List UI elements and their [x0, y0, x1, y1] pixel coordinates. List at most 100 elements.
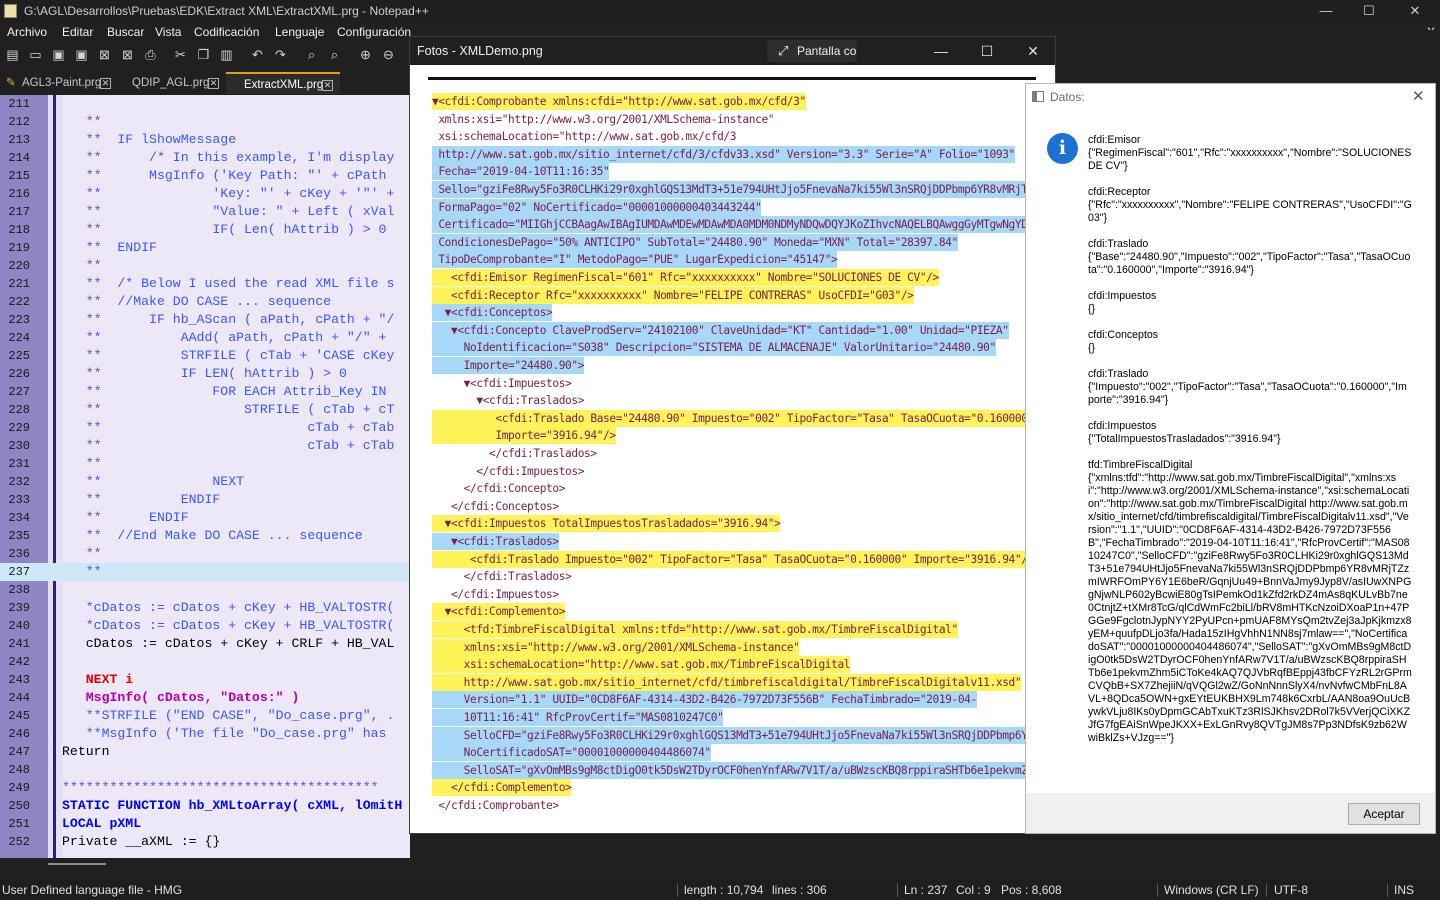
code-line[interactable]: 216 ** 'Key: "' + cKey + '"' +: [0, 185, 410, 203]
code-line[interactable]: 239 *cDatos := cDatos + cKey + HB_VALTOS…: [0, 599, 410, 617]
menu-archivo[interactable]: Archivo: [7, 22, 47, 42]
code-editor[interactable]: 211 212 ** 213 ** IF lShowMessage 214 ** /*…: [0, 95, 410, 858]
code-line[interactable]: 231 **: [0, 455, 410, 473]
code-text: LOCAL pXML: [62, 816, 142, 831]
code-line[interactable]: 222 ** //Make DO CASE ... sequence: [0, 293, 410, 311]
menu-editar[interactable]: Editar: [62, 22, 93, 42]
code-line[interactable]: 238: [0, 581, 410, 599]
photos-close-button[interactable]: ✕: [1010, 37, 1056, 65]
code-line[interactable]: 225 ** STRFILE ( cTab + 'CASE cKey: [0, 347, 410, 365]
code-line[interactable]: 232 ** NEXT: [0, 473, 410, 491]
code-line[interactable]: 226 ** IF LEN( hAttrib ) > 0: [0, 365, 410, 383]
undo-icon[interactable]: ↶: [250, 47, 265, 62]
line-number: 225: [8, 349, 30, 363]
minimize-button[interactable]: —: [1303, 0, 1349, 22]
aceptar-button[interactable]: Aceptar: [1348, 803, 1420, 825]
code-line[interactable]: 228 ** STRFILE ( cTab + cT: [0, 401, 410, 419]
code-line[interactable]: 230 ** cTab + cTab: [0, 437, 410, 455]
open-file-icon[interactable]: ▭: [28, 47, 43, 62]
close-all-icon[interactable]: ⊠: [120, 47, 135, 62]
tab-label: QDIP_AGL.prg: [132, 77, 210, 89]
menu-lenguaje[interactable]: Lenguaje: [275, 22, 324, 42]
code-line[interactable]: 248: [0, 761, 410, 779]
code-text: ** NEXT: [62, 474, 245, 489]
replace-icon[interactable]: ⌕: [327, 47, 342, 62]
photos-maximize-button[interactable]: ☐: [964, 37, 1010, 65]
code-line[interactable]: 218 ** IF( Len( hAttrib ) > 0: [0, 221, 410, 239]
close-file-icon[interactable]: ⊠: [97, 47, 112, 62]
code-line[interactable]: 214 ** /* In this example, I'm display: [0, 149, 410, 167]
photos-minimize-button[interactable]: —: [918, 37, 964, 65]
code-line[interactable]: 217 ** "Value: " + Left ( xVal: [0, 203, 410, 221]
status-insert-mode: INS: [1394, 883, 1415, 897]
code-line[interactable]: 221 ** /* Below I used the read XML file…: [0, 275, 410, 293]
paste-icon[interactable]: ▥: [219, 47, 234, 62]
code-line[interactable]: 249 *************************************…: [0, 779, 410, 797]
zoom-in-icon[interactable]: ⊕: [358, 47, 373, 62]
save-all-icon[interactable]: ▣: [74, 47, 89, 62]
code-line[interactable]: 213 ** IF lShowMessage: [0, 131, 410, 149]
code-text: *cDatos := cDatos + cKey + HB_VALTOSTR(: [62, 618, 395, 633]
code-text: **: [62, 456, 102, 471]
code-line[interactable]: 224 ** AAdd( aPath, cPath + "/" +: [0, 329, 410, 347]
line-number: 221: [8, 277, 30, 291]
code-line[interactable]: 223 ** IF hb_AScan ( aPath, cPath + "/: [0, 311, 410, 329]
code-line[interactable]: 229 ** cTab + cTab: [0, 419, 410, 437]
code-line[interactable]: 215 ** MsgInfo ('Key Path: "' + cPath: [0, 167, 410, 185]
save-icon[interactable]: ▣: [51, 47, 66, 62]
code-line[interactable]: 220 **: [0, 257, 410, 275]
fullscreen-button[interactable]: ⤢ Pantalla co: [767, 40, 857, 62]
code-text: **: [62, 546, 102, 561]
line-number: 249: [8, 781, 30, 795]
code-line[interactable]: 236 **: [0, 545, 410, 563]
copy-icon[interactable]: ❐: [196, 47, 211, 62]
code-line[interactable]: 252 Private __aXML := {}: [0, 833, 410, 851]
line-number: 242: [8, 655, 30, 669]
tab-agl3-paint[interactable]: ✎ AGL3-Paint.prg ✕: [4, 72, 114, 94]
redo-icon[interactable]: ↷: [273, 47, 288, 62]
menu-buscar[interactable]: Buscar: [107, 22, 144, 42]
tab-qdip-agl[interactable]: QDIP_AGL.prg ✕: [114, 72, 224, 94]
line-number: 217: [8, 205, 30, 219]
code-line[interactable]: 237 **: [0, 563, 410, 581]
print-icon[interactable]: ⎙: [143, 47, 158, 62]
datos-close-button[interactable]: ✕: [1412, 84, 1425, 110]
zoom-out-icon[interactable]: ⊖: [381, 47, 396, 62]
tab-close-icon[interactable]: ✕: [208, 78, 219, 89]
tab-close-icon[interactable]: ✕: [322, 80, 333, 91]
code-line[interactable]: 240 *cDatos := cDatos + cKey + HB_VALTOS…: [0, 617, 410, 635]
horizontal-scrollbar[interactable]: [0, 858, 1440, 880]
code-line[interactable]: 242: [0, 653, 410, 671]
maximize-button[interactable]: ☐: [1346, 0, 1392, 22]
code-line[interactable]: 245 **STRFILE ("END CASE", "Do_case.prg"…: [0, 707, 410, 725]
code-line[interactable]: 243 NEXT i: [0, 671, 410, 689]
code-line[interactable]: 250 STATIC FUNCTION hb_XMLtoArray( cXML, …: [0, 797, 410, 815]
code-line[interactable]: 235 ** //End Make DO CASE ... sequence: [0, 527, 410, 545]
code-line[interactable]: 241 cDatos := cDatos + cKey + CRLF + HB_…: [0, 635, 410, 653]
code-text: STATIC FUNCTION hb_XMLtoArray( cXML, lOm…: [62, 798, 403, 813]
code-line[interactable]: 211: [0, 95, 410, 113]
line-number: 251: [8, 817, 30, 831]
new-file-icon[interactable]: ▤: [5, 47, 20, 62]
status-column: Col : 9: [956, 883, 991, 897]
code-line[interactable]: 234 ** ENDIF: [0, 509, 410, 527]
close-button[interactable]: ✕: [1392, 0, 1438, 22]
menu-vista[interactable]: Vista: [155, 22, 181, 42]
tab-close-icon[interactable]: ✕: [100, 78, 111, 89]
menu-configuracion[interactable]: Configuración: [337, 22, 411, 42]
find-icon[interactable]: ⌕: [304, 47, 319, 62]
xml-line: http://www.sat.gob.mx/sitio_internet/cfd…: [432, 673, 1022, 691]
xml-line: TipoDeComprobante="I" MetodoPago="PUE" L…: [432, 251, 838, 269]
code-line[interactable]: 244 MsgInfo( cDatos, "Datos:" ): [0, 689, 410, 707]
code-line[interactable]: 251 LOCAL pXML: [0, 815, 410, 833]
code-line[interactable]: 247 Return: [0, 743, 410, 761]
code-line[interactable]: 212 **: [0, 113, 410, 131]
code-line[interactable]: 227 ** FOR EACH Attrib_Key IN: [0, 383, 410, 401]
code-line[interactable]: 246 **MsgInfo ('The file "Do_case.prg" h…: [0, 725, 410, 743]
xml-line: NoCertificadoSAT="00001000000404486074": [432, 744, 711, 762]
tab-extractxml[interactable]: ExtractXML.prg ✕: [226, 72, 340, 94]
code-line[interactable]: 219 ** ENDIF: [0, 239, 410, 257]
menu-codificacion[interactable]: Codificación: [194, 22, 259, 42]
cut-icon[interactable]: ✂: [173, 47, 188, 62]
code-line[interactable]: 233 ** ENDIF: [0, 491, 410, 509]
